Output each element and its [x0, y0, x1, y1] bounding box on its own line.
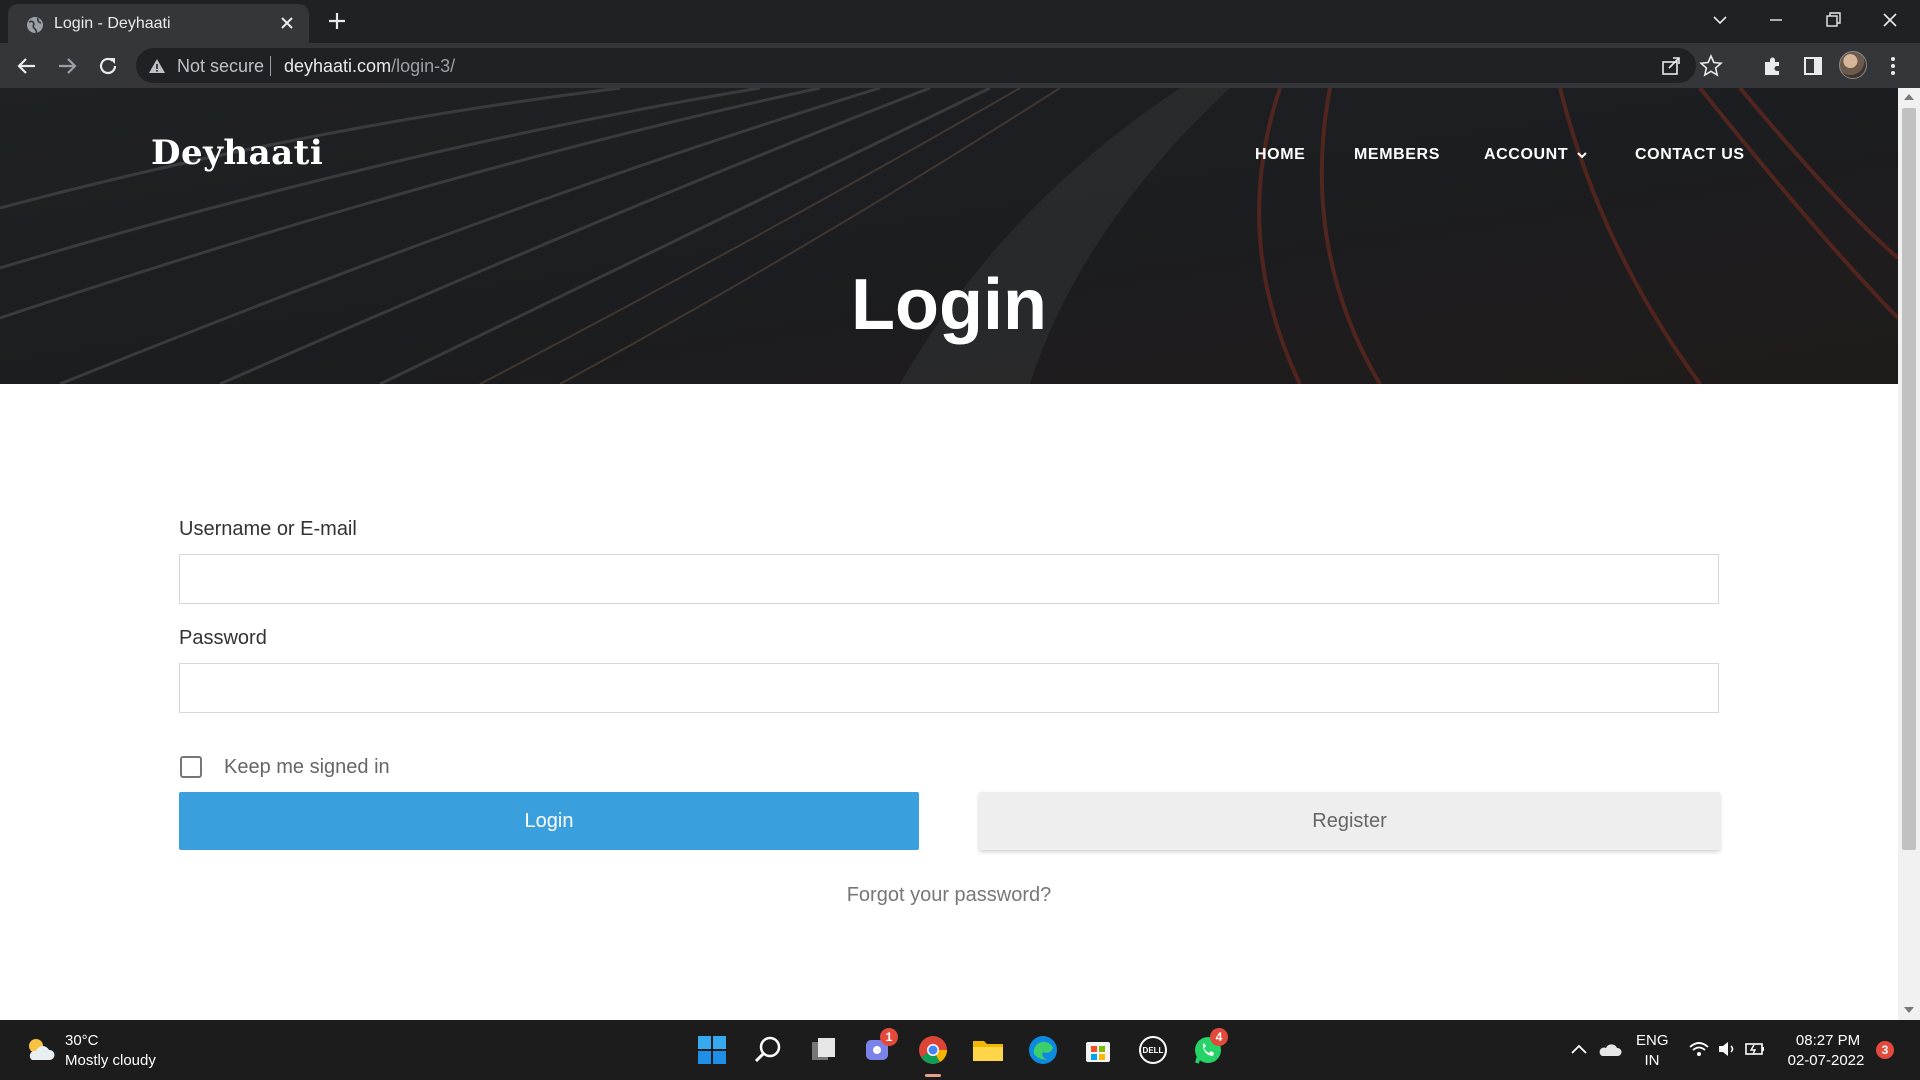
divider [270, 56, 271, 76]
puzzle-icon[interactable] [1760, 53, 1786, 79]
register-button[interactable]: Register [979, 792, 1720, 850]
svg-text:DELL: DELL [1143, 1046, 1164, 1055]
url-domain: deyhaati.com [284, 56, 392, 76]
profile-avatar[interactable] [1839, 51, 1867, 79]
nav-members[interactable]: MEMBERS [1354, 146, 1440, 164]
file-explorer-icon[interactable] [968, 1030, 1008, 1070]
page-header-banner: Deyhaati HOME MEMBERS ACCOUNT CONTACT US… [0, 88, 1898, 384]
keep-signed-in-checkbox[interactable] [180, 756, 202, 778]
notification-center-badge[interactable]: 3 [1876, 1041, 1894, 1059]
forgot-password-link: Forgot your password? [0, 884, 1898, 907]
nav-account[interactable]: ACCOUNT [1484, 146, 1588, 164]
page-title: Login [851, 265, 1047, 345]
active-app-indicator [925, 1074, 941, 1077]
side-panel-icon[interactable] [1800, 53, 1826, 79]
chevron-down-icon [1577, 152, 1587, 159]
security-status[interactable]: Not secure [177, 56, 264, 77]
chrome-icon[interactable] [913, 1030, 953, 1070]
browser-tab[interactable]: Login - Deyhaati [8, 4, 309, 43]
dell-icon[interactable]: DELL [1133, 1030, 1173, 1070]
forgot-password-text[interactable]: Forgot your password? [847, 884, 1052, 906]
page-scrollbar[interactable] [1898, 88, 1920, 1020]
site-logo[interactable]: Deyhaati [151, 133, 323, 173]
teams-notification-badge: 1 [880, 1028, 898, 1046]
nav-account-label: ACCOUNT [1484, 146, 1569, 163]
chevron-down-icon[interactable] [1706, 8, 1734, 32]
nav-contact-us[interactable]: CONTACT US [1635, 146, 1745, 164]
clock-time[interactable]: 08:27 PM [1788, 1032, 1868, 1049]
restore-icon[interactable] [1819, 8, 1847, 32]
wifi-icon[interactable] [1688, 1040, 1710, 1058]
windows-taskbar: 30°C Mostly cloudy 1 DELL 4 ENG IN 08:27… [0, 1020, 1920, 1080]
edge-icon[interactable] [1023, 1030, 1063, 1070]
chevron-up-icon[interactable] [1570, 1042, 1588, 1056]
menu-icon[interactable] [1880, 53, 1906, 79]
password-label: Password [179, 627, 267, 649]
onedrive-icon[interactable] [1598, 1040, 1622, 1058]
scroll-down-icon[interactable] [1904, 1006, 1914, 1014]
clock-date[interactable]: 02-07-2022 [1784, 1052, 1868, 1069]
language-indicator[interactable]: ENG [1636, 1032, 1669, 1049]
url-text[interactable]: deyhaati.com/login-3/ [284, 56, 455, 77]
tab-title: Login - Deyhaati [54, 15, 171, 32]
close-window-icon[interactable] [1876, 8, 1904, 32]
username-label: Username or E-mail [179, 518, 357, 540]
password-field[interactable] [179, 663, 1719, 713]
web-page: Deyhaati HOME MEMBERS ACCOUNT CONTACT US… [0, 88, 1898, 1020]
warning-icon[interactable] [148, 57, 166, 75]
windows-start-icon[interactable] [692, 1030, 732, 1070]
whatsapp-notification-badge: 4 [1210, 1028, 1228, 1046]
close-icon[interactable] [279, 15, 295, 31]
back-icon[interactable] [14, 53, 40, 79]
scroll-up-icon[interactable] [1904, 93, 1914, 101]
url-path: /login-3/ [391, 56, 456, 76]
task-view-icon[interactable] [803, 1030, 843, 1070]
volume-icon[interactable] [1716, 1040, 1738, 1058]
globe-icon [27, 17, 43, 34]
minimize-icon[interactable] [1762, 8, 1790, 32]
forward-icon[interactable] [54, 53, 80, 79]
search-icon[interactable] [748, 1030, 788, 1070]
username-field[interactable] [179, 554, 1719, 604]
browser-tab-strip: Login - Deyhaati [0, 0, 1920, 43]
store-icon[interactable] [1078, 1030, 1118, 1070]
weather-temperature[interactable]: 30°C [65, 1032, 99, 1049]
weather-icon[interactable] [24, 1034, 56, 1064]
star-icon[interactable] [1698, 53, 1724, 79]
address-bar[interactable]: Not secure deyhaati.com/login-3/ [136, 48, 1723, 83]
keep-signed-in-label[interactable]: Keep me signed in [224, 756, 390, 779]
share-icon[interactable] [1658, 53, 1684, 79]
reload-icon[interactable] [95, 53, 121, 79]
weather-description[interactable]: Mostly cloudy [65, 1052, 156, 1069]
plus-icon[interactable] [326, 10, 348, 32]
battery-icon[interactable] [1744, 1040, 1766, 1058]
scrollbar-thumb[interactable] [1902, 108, 1916, 850]
language-region[interactable]: IN [1636, 1052, 1668, 1069]
login-button[interactable]: Login [179, 792, 919, 850]
nav-home[interactable]: HOME [1255, 146, 1305, 164]
browser-toolbar: Not secure deyhaati.com/login-3/ [0, 43, 1920, 88]
